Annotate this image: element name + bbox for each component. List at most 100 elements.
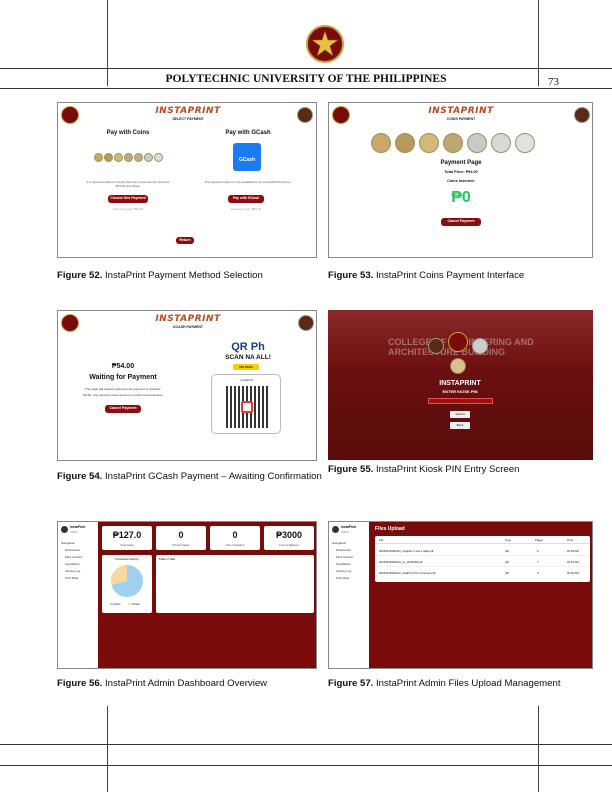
cancel-payment-button[interactable]: Cancel Payment [441, 218, 481, 226]
nav-item-dashboard[interactable]: Dashboard [65, 548, 80, 552]
payment-page-title: Payment Page [440, 160, 482, 166]
coin-icon [134, 153, 143, 162]
cell-pages: 7 [537, 560, 539, 564]
gcash-title: Pay with GCash [225, 130, 271, 136]
stat-card-files-uploaded: 0 Files Uploaded [210, 526, 260, 550]
cell-type: pdf [505, 571, 509, 575]
cell-time: 02:44 AM [567, 560, 579, 564]
screen-subtitle: GCASH PAYMENT [172, 325, 204, 329]
cell-file: 20240510202421_Chapter 1 and 2 data.pdf [379, 549, 434, 553]
amount-due: ₱54.00 [111, 363, 135, 370]
figure-53-screenshot: INSTAPRINT COINS PAYMENT Payment Page To… [328, 102, 593, 258]
stat-value: 0 [232, 530, 238, 540]
admin-username: InstaPrint [341, 525, 357, 529]
coin-icon [114, 153, 123, 162]
figure-55-caption: Figure 55. InstaPrint Kiosk PIN Entry Sc… [328, 464, 520, 475]
sales-table-card: Table of Sale [156, 555, 314, 613]
legend-coins: Coins [110, 603, 120, 606]
admin-sidebar: InstaPrint Admin Navigation Dashboard Fi… [58, 522, 98, 668]
qrph-tagline: SCAN NA ALL! [225, 354, 271, 361]
footer-line-top [0, 744, 612, 745]
college-logo [297, 107, 313, 123]
legend-swatch [110, 603, 113, 605]
college-logo [298, 315, 314, 331]
stat-card-printed-pages: 0 Printed Pages [156, 526, 206, 550]
gcash-amount: Amount to pay: ₱54.00 [230, 207, 262, 211]
figure-53-caption: Figure 53. InstaPrint Coins Payment Inte… [328, 270, 525, 281]
nav-item-feedbacks[interactable]: Feedbacks [65, 562, 80, 566]
cell-pages: 9 [537, 571, 539, 575]
nav-item-files-upload[interactable]: Files Upload [336, 555, 353, 559]
engineering-logo [472, 338, 488, 354]
figure-54-screenshot: INSTAPRINT GCASH PAYMENT ₱54.00 Waiting … [57, 310, 317, 461]
qr-card: InstaPrint [211, 374, 281, 434]
column-header: Type [505, 538, 512, 542]
figure-55-screenshot: COLLEGE OF ENGINEERING AND ARCHITECTURE … [328, 310, 593, 460]
nav-item-activity-log[interactable]: Activity Log [65, 569, 80, 573]
cell-file: 20240510200012_Ioi_2024198.pdf [379, 560, 423, 564]
redirect-note: This page will redirect whenever the pay… [84, 387, 162, 391]
return-button[interactable]: Return [176, 237, 194, 244]
brand-title: INSTAPRINT [439, 380, 481, 387]
header-line-bottom [0, 88, 612, 89]
coin-icon [144, 153, 153, 162]
footer-line-bottom [0, 765, 612, 766]
nav-item-feedbacks[interactable]: Feedbacks [336, 562, 351, 566]
coin-icon [124, 153, 133, 162]
total-price: Total Price: ₱54.00 [444, 170, 478, 174]
cell-time: 02:46 AM [567, 549, 579, 553]
coin-icon [515, 133, 535, 153]
figure-57-screenshot: InstaPrint Admin Navigation Dashboard Fi… [328, 521, 593, 669]
pay-gcash-button[interactable]: Pay with GCash [228, 195, 264, 203]
frame-left-bottom [107, 706, 108, 792]
admin-role: Admin [341, 530, 349, 534]
nav-item-activity-log[interactable]: Activity Log [336, 569, 351, 573]
back-button[interactable]: Back [450, 422, 470, 429]
coin-icon [154, 153, 163, 162]
nav-heading: Navigation [332, 541, 347, 545]
stat-card-total-sales: ₱127.0 Total Sales [102, 526, 152, 550]
inserted-amount: ₱0 [451, 189, 471, 206]
college-logo [428, 338, 444, 354]
chart-title: Transaction History [115, 557, 139, 561]
legend-swatch [128, 603, 131, 605]
table-row[interactable]: 20240510202012_finalPrint The Universe.p… [375, 568, 590, 578]
screen-subtitle: SELECT PAYMENT [172, 117, 204, 121]
kiosk-emblem [450, 358, 466, 374]
table-row[interactable]: 20240510202421_Chapter 1 and 2 data.pdf … [375, 546, 590, 556]
avatar [332, 526, 339, 533]
table-row[interactable]: 20240510200012_Ioi_2024198.pdf pdf 7 02:… [375, 557, 590, 567]
stat-value: 0 [178, 530, 184, 540]
choose-coins-button[interactable]: Choose this Payment [108, 195, 148, 203]
pin-prompt: ENTER KIOSK PIN [442, 389, 478, 394]
nav-item-print-rate[interactable]: Print Rate [65, 576, 78, 580]
brand-title: INSTAPRINT [155, 106, 221, 116]
nav-item-files-upload[interactable]: Files Upload [65, 555, 82, 559]
column-header: File [379, 538, 384, 542]
coins-amount: Amount to pay: ₱54.00 [112, 207, 144, 211]
qr-merchant: InstaPrint [240, 378, 254, 382]
nav-item-dashboard[interactable]: Dashboard [336, 548, 351, 552]
files-upload-title: Files Upload [375, 526, 405, 532]
brand-title: INSTAPRINT [428, 106, 494, 116]
admin-role: Admin [70, 530, 78, 534]
coin-icon [419, 133, 439, 153]
cell-time: 02:46 AM [567, 571, 579, 575]
coin-icon [371, 133, 391, 153]
brand-title: INSTAPRINT [155, 314, 221, 324]
legend-gcash: GCash [128, 603, 140, 606]
gcash-logo[interactable]: GCash [233, 143, 261, 171]
qrph-logo: QR Ph [231, 341, 265, 353]
nav-item-print-rate[interactable]: Print Rate [336, 576, 349, 580]
waiting-status: Waiting for Payment [89, 374, 157, 381]
pup-logo [332, 106, 350, 124]
pin-input[interactable] [428, 398, 493, 404]
table-header: File Type Pages Time [375, 536, 590, 544]
pup-logo [61, 106, 79, 124]
cancel-payment-button[interactable]: Cancel Payment [105, 405, 141, 413]
header-line-top [0, 68, 612, 69]
submit-button[interactable]: Submit [450, 411, 470, 418]
building-sign: COLLEGE OF ENGINEERING AND ARCHITECTURE … [388, 337, 534, 357]
cell-pages: 5 [537, 549, 539, 553]
pie-chart [110, 565, 143, 597]
